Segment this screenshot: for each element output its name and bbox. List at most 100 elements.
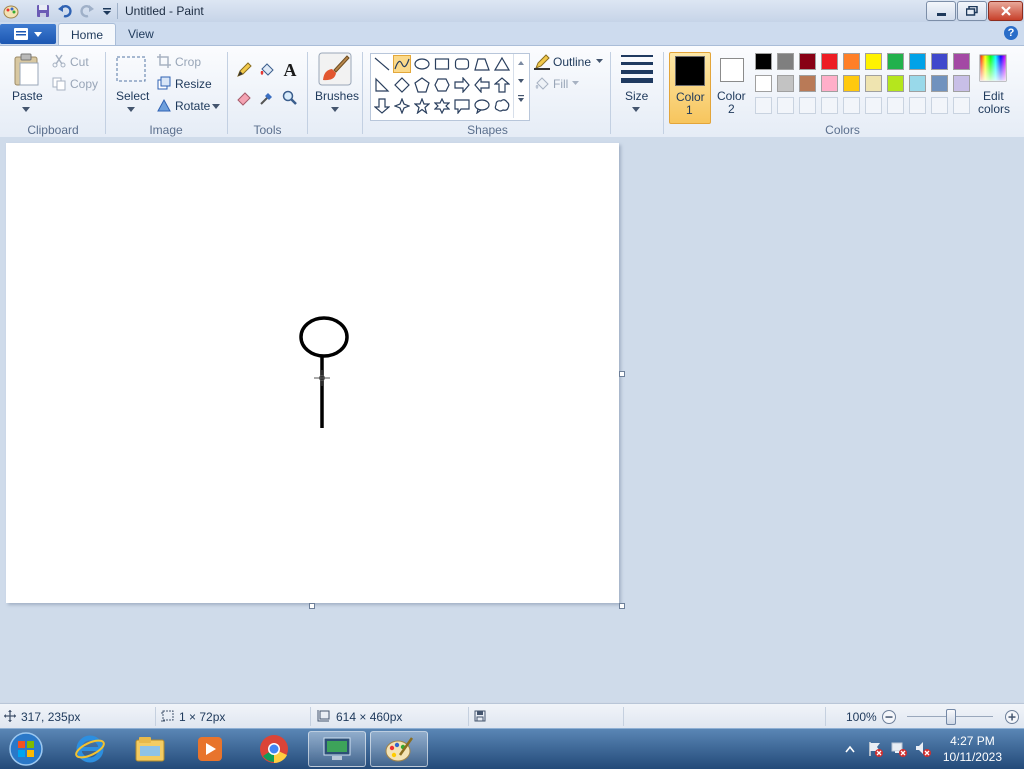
size-icon[interactable] <box>620 54 654 84</box>
custom-color-slot[interactable] <box>777 97 794 114</box>
palette-swatch[interactable] <box>777 75 794 92</box>
shape-right-arrow-icon[interactable] <box>453 76 471 94</box>
shape-rectangle-icon[interactable] <box>433 55 451 73</box>
custom-color-slot[interactable] <box>931 97 948 114</box>
scroll-down-icon[interactable] <box>514 72 528 90</box>
network-icon[interactable] <box>890 740 908 758</box>
resize-button[interactable]: Resize <box>175 77 212 91</box>
select-icon[interactable] <box>116 56 146 82</box>
magnifier-icon[interactable] <box>280 88 300 108</box>
shape-five-point-star-icon[interactable] <box>413 97 431 115</box>
palette-swatch[interactable] <box>821 53 838 70</box>
palette-swatch[interactable] <box>755 53 772 70</box>
remote-desktop-icon[interactable] <box>308 731 366 767</box>
help-icon[interactable]: ? <box>1004 26 1018 40</box>
internet-explorer-icon[interactable] <box>62 731 118 767</box>
shape-hexagon-icon[interactable] <box>433 76 451 94</box>
chrome-icon[interactable] <box>246 731 302 767</box>
custom-color-slot[interactable] <box>821 97 838 114</box>
palette-swatch[interactable] <box>865 53 882 70</box>
custom-color-slot[interactable] <box>843 97 860 114</box>
custom-color-slot[interactable] <box>799 97 816 114</box>
palette-swatch[interactable] <box>931 53 948 70</box>
shape-polygon-icon[interactable] <box>473 55 491 73</box>
palette-swatch[interactable] <box>755 75 772 92</box>
start-button[interactable] <box>0 731 52 767</box>
size-button[interactable]: Size <box>625 89 648 103</box>
shape-up-arrow-icon[interactable] <box>493 76 511 94</box>
palette-swatch[interactable] <box>931 75 948 92</box>
chevron-down-icon[interactable] <box>22 106 30 112</box>
shape-rounded-rectangle-icon[interactable] <box>453 55 471 73</box>
maximize-button[interactable] <box>957 1 987 21</box>
color2-button[interactable] <box>720 58 744 82</box>
fill-bucket-icon[interactable] <box>257 60 277 80</box>
palette-swatch[interactable] <box>909 53 926 70</box>
palette-swatch[interactable] <box>843 53 860 70</box>
chevron-down-icon[interactable] <box>331 106 339 112</box>
shape-oval-callout-icon[interactable] <box>473 97 491 115</box>
drawing-canvas[interactable] <box>6 143 619 603</box>
custom-color-slot[interactable] <box>865 97 882 114</box>
shape-right-triangle-icon[interactable] <box>373 76 391 94</box>
outline-button[interactable]: Outline <box>553 55 591 69</box>
color-picker-icon[interactable] <box>257 88 277 108</box>
custom-color-slot[interactable] <box>755 97 772 114</box>
brushes-button[interactable]: Brushes <box>315 89 359 103</box>
custom-color-slot[interactable] <box>887 97 904 114</box>
palette-swatch[interactable] <box>887 53 904 70</box>
cut-button[interactable]: Cut <box>70 55 89 69</box>
shape-four-point-star-icon[interactable] <box>393 97 411 115</box>
color1-button[interactable]: Color 1 <box>669 52 711 124</box>
shape-curve-icon[interactable] <box>393 55 411 73</box>
edit-colors-label-2[interactable]: colors <box>978 102 1010 116</box>
shape-pentagon-icon[interactable] <box>413 76 431 94</box>
volume-muted-icon[interactable] <box>914 740 932 758</box>
tab-home[interactable]: Home <box>58 23 117 46</box>
paint-app-icon[interactable] <box>2 2 20 19</box>
chevron-down-icon[interactable] <box>572 80 579 85</box>
redo-icon[interactable] <box>78 2 96 19</box>
zoom-out-icon[interactable] <box>881 709 897 725</box>
shape-left-arrow-icon[interactable] <box>473 76 491 94</box>
shape-line-icon[interactable] <box>373 55 391 73</box>
color2-number[interactable]: 2 <box>728 102 735 116</box>
chevron-down-icon[interactable] <box>127 106 135 112</box>
palette-swatch[interactable] <box>777 53 794 70</box>
tab-view[interactable]: View <box>116 23 166 45</box>
shape-six-point-star-icon[interactable] <box>433 97 451 115</box>
select-button[interactable]: Select <box>116 89 149 103</box>
resize-handle-corner[interactable] <box>619 603 625 609</box>
resize-handle-bottom[interactable] <box>309 603 315 609</box>
minimize-button[interactable] <box>926 1 956 21</box>
close-button[interactable] <box>988 1 1023 21</box>
undo-icon[interactable] <box>56 2 74 19</box>
palette-swatch[interactable] <box>799 53 816 70</box>
palette-swatch[interactable] <box>799 75 816 92</box>
customize-qat-icon[interactable] <box>98 2 116 19</box>
edit-colors-icon[interactable] <box>979 54 1007 82</box>
edit-colors-label[interactable]: Edit <box>983 89 1004 103</box>
paint-menu-button[interactable] <box>0 24 56 44</box>
pencil-icon[interactable] <box>234 60 254 80</box>
show-hidden-icons-icon[interactable] <box>844 743 856 755</box>
file-explorer-icon[interactable] <box>122 731 178 767</box>
shape-diamond-icon[interactable] <box>393 76 411 94</box>
eraser-icon[interactable] <box>234 88 254 108</box>
palette-swatch[interactable] <box>953 53 970 70</box>
shape-oval-icon[interactable] <box>413 55 431 73</box>
text-tool-icon[interactable]: A <box>280 60 300 80</box>
palette-swatch[interactable] <box>821 75 838 92</box>
chevron-down-icon[interactable] <box>632 106 640 112</box>
copy-button[interactable]: Copy <box>70 77 98 91</box>
color2-label[interactable]: Color <box>717 89 746 103</box>
resize-handle-right[interactable] <box>619 371 625 377</box>
shape-triangle-icon[interactable] <box>493 55 511 73</box>
chevron-down-icon[interactable] <box>212 103 220 109</box>
system-clock[interactable]: 4:27 PM 10/11/2023 <box>943 733 1002 765</box>
zoom-slider-thumb[interactable] <box>946 709 956 725</box>
palette-swatch[interactable] <box>887 75 904 92</box>
paste-icon[interactable] <box>12 52 42 88</box>
palette-swatch[interactable] <box>953 75 970 92</box>
shapes-scrollbar[interactable] <box>513 54 528 118</box>
